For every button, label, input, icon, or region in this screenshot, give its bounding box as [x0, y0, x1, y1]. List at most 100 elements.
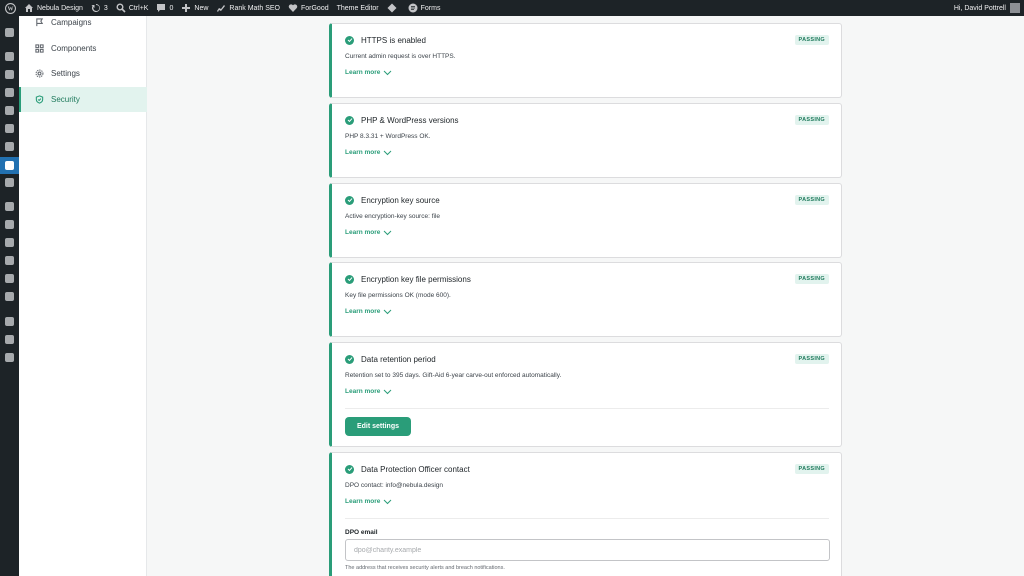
learn-more-toggle[interactable]: Learn more [345, 498, 392, 505]
check-description: Current admin request is over HTTPS. [345, 53, 456, 60]
comments-link[interactable]: 0 [152, 0, 177, 16]
settings-sliders-icon[interactable] [0, 288, 19, 305]
plugin-icon[interactable] [0, 66, 19, 83]
check-circle-icon [345, 274, 354, 284]
dpo-email-label: DPO email [345, 529, 378, 536]
check-circle-icon [345, 354, 354, 364]
check-title: PHP & WordPress versions [361, 115, 459, 125]
plugins-icon[interactable] [0, 216, 19, 233]
forgood-link[interactable]: ForGood [284, 0, 333, 16]
sidebar-item-label: Components [51, 44, 97, 53]
forms-link[interactable]: Forms [404, 0, 445, 16]
divider [345, 518, 829, 519]
chevron-down-icon [384, 150, 392, 155]
pages-icon[interactable] [0, 102, 19, 119]
check-title: Data Protection Officer contact [361, 464, 470, 474]
check-circle-icon [345, 35, 354, 45]
analytics-icon[interactable] [0, 174, 19, 191]
check-card-encryption-source: Encryption key source PASSING Active enc… [329, 183, 842, 258]
check-card-versions: PHP & WordPress versions PASSING PHP 8.3… [329, 103, 842, 178]
sidebar-item-security[interactable]: Security [19, 87, 147, 112]
status-badge: PASSING [794, 195, 829, 205]
status-badge: PASSING [794, 35, 829, 45]
rank-math-label: Rank Math SEO [229, 4, 280, 12]
users-icon[interactable] [0, 252, 19, 269]
layout-icon[interactable] [0, 313, 19, 330]
pin-icon[interactable] [0, 48, 19, 65]
play-icon[interactable] [0, 349, 19, 366]
heart-icon [288, 3, 298, 13]
check-description: Active encryption-key source: file [345, 213, 441, 220]
gear-icon [34, 69, 44, 79]
status-badge: PASSING [794, 115, 829, 125]
check-description: DPO contact: info@nebula.design [345, 482, 444, 489]
diamond-icon [387, 3, 397, 13]
sidebar-item-label: Settings [51, 69, 80, 78]
diamond-link[interactable] [383, 0, 404, 16]
learn-more-toggle[interactable]: Learn more [345, 149, 392, 156]
rank-math-icon [216, 3, 226, 13]
sidebar-item-components[interactable]: Components [19, 36, 147, 61]
check-description: Retention set to 395 days. Gift-Aid 6-ye… [345, 372, 562, 379]
sidebar-item-settings[interactable]: Settings [19, 61, 147, 86]
check-circle-icon [345, 195, 354, 205]
sidebar-item-label: Security [51, 95, 80, 104]
my-account-link[interactable]: Hi, David Pottrell [950, 0, 1024, 16]
dpo-email-help: The address that receives security alert… [345, 565, 505, 571]
check-circle-icon [345, 115, 354, 125]
divider [345, 408, 829, 409]
check-title: HTTPS is enabled [361, 35, 426, 45]
accessibility-icon[interactable] [0, 234, 19, 251]
check-card-https: HTTPS is enabled PASSING Current admin r… [329, 23, 842, 98]
status-badge: PASSING [794, 274, 829, 284]
chevron-down-icon [384, 389, 392, 394]
comment-icon [156, 3, 166, 13]
check-title: Data retention period [361, 354, 436, 364]
check-description: PHP 8.3.31 + WordPress OK. [345, 133, 431, 140]
chevron-down-icon [384, 70, 392, 75]
check-description: Key file permissions OK (mode 600). [345, 292, 451, 299]
learn-more-toggle[interactable]: Learn more [345, 69, 392, 76]
admin-bar: W Nebula Design 3 Ctrl+K 0 New Rank Math… [0, 0, 1024, 16]
status-badge: PASSING [794, 354, 829, 364]
plus-icon [181, 3, 191, 13]
forms-label: Forms [420, 4, 441, 12]
status-badge: PASSING [794, 464, 829, 474]
diamond-menu-icon[interactable] [0, 331, 19, 348]
edit-settings-button[interactable]: Edit settings [345, 417, 411, 436]
check-card-dpo-contact: Data Protection Officer contact PASSING … [329, 452, 842, 576]
learn-more-toggle[interactable]: Learn more [345, 229, 392, 236]
forgood-menu-heart-icon[interactable] [0, 157, 19, 174]
learn-more-toggle[interactable]: Learn more [345, 308, 392, 315]
svg-text:W: W [7, 6, 13, 12]
theme-editor-label: Theme Editor [336, 4, 379, 12]
wordpress-logo-icon[interactable]: W [0, 0, 20, 16]
greeting: Hi, David Pottrell [953, 4, 1006, 12]
folder-icon[interactable] [0, 120, 19, 137]
appearance-brush-icon[interactable] [0, 198, 19, 215]
comments-count: 0 [169, 4, 174, 12]
forgood-label: ForGood [300, 4, 329, 12]
comments-menu-icon[interactable] [0, 138, 19, 155]
new-content-link[interactable]: New [177, 0, 212, 16]
forms-icon [408, 3, 418, 13]
dashboard-icon[interactable] [0, 24, 19, 41]
chevron-down-icon [384, 309, 392, 314]
check-card-data-retention: Data retention period PASSING Retention … [329, 342, 842, 447]
sidebar-item-campaigns[interactable]: Campaigns [19, 10, 147, 35]
chevron-down-icon [384, 499, 392, 504]
shield-icon [34, 95, 44, 105]
flag-icon [34, 18, 44, 28]
sidebar-item-label: Campaigns [51, 18, 92, 27]
chevron-down-icon [384, 230, 392, 235]
learn-more-toggle[interactable]: Learn more [345, 388, 392, 395]
plugin-sidebar: Campaigns Components Settings Security [19, 16, 147, 576]
dpo-email-field[interactable] [345, 539, 830, 561]
admin-menu [0, 16, 19, 576]
rank-math-link[interactable]: Rank Math SEO [212, 0, 284, 16]
g-icon[interactable] [0, 84, 19, 101]
check-circle-icon [345, 464, 354, 474]
theme-editor-link[interactable]: Theme Editor [333, 0, 383, 16]
tools-wrench-icon[interactable] [0, 270, 19, 287]
avatar [1010, 3, 1020, 13]
